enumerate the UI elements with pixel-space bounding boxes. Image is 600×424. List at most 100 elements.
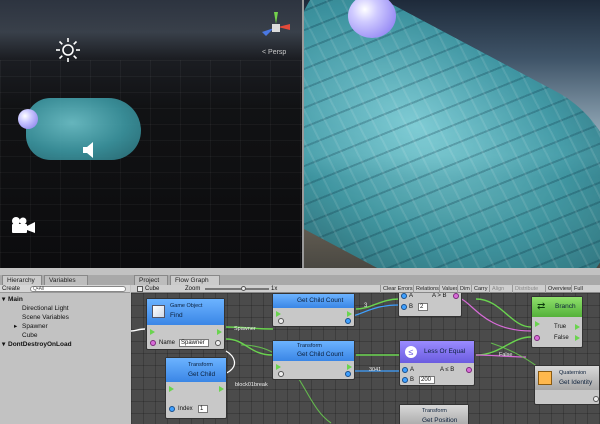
- node-header[interactable]: ⇄ Branch: [532, 297, 582, 317]
- speaker-icon[interactable]: [82, 141, 98, 159]
- node-branch[interactable]: ⇄ Branch True False: [531, 296, 583, 348]
- name-port[interactable]: [150, 340, 156, 346]
- tab-variables[interactable]: Variables: [44, 275, 88, 285]
- node-category: Transform: [297, 343, 322, 349]
- dim-button[interactable]: Dim: [457, 285, 472, 293]
- b-field[interactable]: 200: [419, 376, 435, 384]
- flow-out-arrow-icon[interactable]: [347, 364, 352, 370]
- flow-in-arrow-icon[interactable]: [535, 321, 540, 327]
- axis-gizmo-icon[interactable]: [256, 10, 296, 46]
- flow-graph-canvas[interactable]: Game Object Find Name Spawner Get Child …: [131, 293, 600, 424]
- node-header[interactable]: ≤ Less Or Equal: [400, 341, 474, 363]
- camera-icon[interactable]: [10, 216, 36, 234]
- hierarchy-item-label: Cube: [22, 332, 38, 339]
- perspective-label[interactable]: < Persp: [262, 49, 286, 56]
- flow-out-arrow-icon[interactable]: [219, 386, 224, 392]
- node-category: Transform: [188, 362, 213, 368]
- a-port[interactable]: [401, 293, 407, 299]
- operator-label: A > B: [432, 293, 447, 299]
- node-header[interactable]: Transform Get Child Count: [273, 341, 354, 361]
- node-title: Get Child: [188, 371, 216, 378]
- angle-icon: [538, 371, 552, 385]
- result-port[interactable]: [466, 367, 472, 373]
- distribute-button[interactable]: Distribute: [512, 285, 540, 293]
- scene-view[interactable]: < Persp: [0, 0, 302, 268]
- crystal-render: [304, 0, 600, 268]
- node-quaternion-get-identity[interactable]: Quaternion Get Identity: [534, 365, 600, 405]
- true-out-arrow-icon[interactable]: [575, 324, 580, 330]
- zoom-slider[interactable]: [205, 288, 269, 290]
- name-field[interactable]: Spawner: [179, 339, 209, 347]
- condition-port[interactable]: [534, 335, 540, 341]
- output-port[interactable]: [215, 340, 221, 346]
- full-screen-button[interactable]: Full Screen: [571, 285, 600, 300]
- index-port[interactable]: [169, 406, 175, 412]
- hierarchy-item-label: DontDestroyOnLoad: [8, 341, 72, 348]
- node-title: Find: [170, 312, 183, 319]
- flow-in-arrow-icon[interactable]: [276, 311, 281, 317]
- node-header[interactable]: Quaternion Get Identity: [535, 366, 599, 390]
- hierarchy-item-dontdestroyonload[interactable]: ▾ DontDestroyOnLoad: [2, 340, 72, 349]
- relations-button[interactable]: Relations: [413, 285, 441, 293]
- flow-in-arrow-icon[interactable]: [150, 329, 155, 335]
- hierarchy-item-spawner[interactable]: ▸ Spawner: [14, 322, 48, 331]
- count-port[interactable]: [345, 371, 351, 377]
- clear-errors-button[interactable]: Clear Errors: [380, 285, 415, 293]
- node-header[interactable]: Game Object Find: [147, 299, 224, 325]
- count-wire-label: 3: [364, 303, 368, 309]
- b-field[interactable]: 2: [418, 303, 428, 311]
- graph-object-label[interactable]: Cube: [145, 285, 159, 293]
- b-port[interactable]: [402, 377, 408, 383]
- tab-hierarchy[interactable]: Hierarchy: [2, 275, 42, 285]
- flow-out-arrow-icon[interactable]: [347, 311, 352, 317]
- count-port[interactable]: [345, 318, 351, 324]
- name-label: Name: [159, 340, 176, 346]
- node-transform-get-child[interactable]: Transform Get Child Index 1: [165, 357, 227, 419]
- hierarchy-search-input[interactable]: Q•All: [30, 286, 126, 292]
- hierarchy-item-main[interactable]: ▾ Main: [2, 295, 23, 304]
- game-view: [304, 0, 600, 268]
- create-dropdown[interactable]: Create: [2, 285, 20, 293]
- sphere-object[interactable]: [18, 109, 38, 129]
- hierarchy-item-scene-variables[interactable]: Scene Variables: [22, 313, 69, 322]
- node-greater-than[interactable]: A A > B B 2: [398, 293, 462, 317]
- zoom-slider-handle[interactable]: [241, 286, 246, 291]
- tab-flow-graph[interactable]: Flow Graph: [170, 275, 220, 285]
- tab-project[interactable]: Project: [134, 275, 168, 285]
- node-get-child-count[interactable]: Get Child Count: [272, 293, 355, 327]
- node-header[interactable]: Transform Get Child: [166, 358, 226, 382]
- node-game-object-find[interactable]: Game Object Find Name Spawner: [146, 298, 225, 350]
- node-header[interactable]: Transform Get Position: [400, 405, 468, 424]
- overview-button[interactable]: Overview: [545, 285, 573, 293]
- zoom-label: Zoom: [185, 286, 201, 292]
- node-title: Get Child Count: [297, 297, 344, 304]
- sun-icon[interactable]: [56, 38, 80, 62]
- result-port[interactable]: [453, 293, 459, 299]
- cube-icon: [152, 305, 165, 318]
- tab-label: Variables: [49, 277, 76, 284]
- hierarchy-item-cube[interactable]: Cube: [22, 331, 38, 340]
- tab-label: Flow Graph: [175, 277, 209, 284]
- operator-label: A ≤ B: [440, 367, 455, 373]
- carry-button[interactable]: Carry: [471, 285, 489, 293]
- hierarchy-item-directional-light[interactable]: Directional Light: [22, 304, 69, 313]
- node-less-or-equal[interactable]: ≤ Less Or Equal A A ≤ B B 200: [399, 340, 475, 386]
- node-transform-get-child-count[interactable]: Transform Get Child Count: [272, 340, 355, 380]
- flow-in-arrow-icon[interactable]: [276, 364, 281, 370]
- flow-graph-toolbar: Cube Zoom 1x Clear Errors Relations Valu…: [131, 285, 600, 300]
- flow-in-arrow-icon[interactable]: [169, 386, 174, 392]
- node-header[interactable]: Get Child Count: [273, 294, 354, 308]
- transform-port[interactable]: [278, 371, 284, 377]
- zoom-value: 1x: [271, 286, 278, 292]
- index-field[interactable]: 1: [198, 405, 208, 413]
- b-port[interactable]: [401, 304, 407, 310]
- node-transform-get-position[interactable]: Transform Get Position: [399, 404, 469, 424]
- flow-out-arrow-icon[interactable]: [217, 329, 222, 335]
- transform-port[interactable]: [278, 318, 284, 324]
- false-out-arrow-icon[interactable]: [575, 335, 580, 341]
- a-port[interactable]: [402, 367, 408, 373]
- output-port[interactable]: [593, 396, 599, 402]
- expand-arrow-icon[interactable]: ▸: [14, 322, 22, 331]
- align-button[interactable]: Align: [489, 285, 506, 293]
- tab-strip: [0, 275, 600, 285]
